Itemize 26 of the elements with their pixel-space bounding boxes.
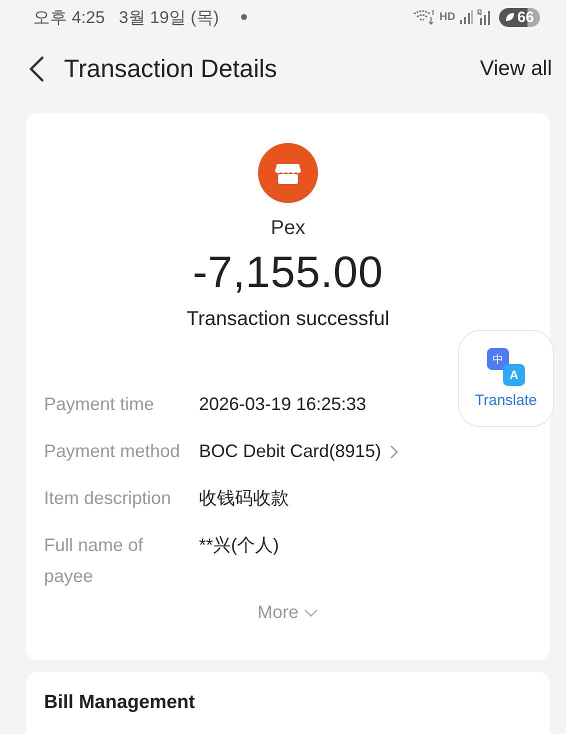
signal-icon xyxy=(459,10,474,24)
store-icon xyxy=(258,143,318,203)
view-all-link[interactable]: View all xyxy=(480,57,552,81)
back-icon[interactable] xyxy=(28,55,46,83)
detail-label: Item description xyxy=(44,487,172,510)
detail-value: 收钱码收款 xyxy=(199,487,289,510)
section-title: Bill Management xyxy=(44,692,195,713)
merchant-name: Pex xyxy=(270,217,306,240)
detail-label: Full name of payee xyxy=(44,534,144,588)
battery-indicator: 66 xyxy=(499,8,540,26)
status-time: 오후 4:25 xyxy=(33,6,105,28)
payment-method-link[interactable]: BOC Debit Card(8915) xyxy=(199,436,400,467)
wifi-icon xyxy=(413,9,436,25)
network-type: HD xyxy=(439,11,456,23)
detail-label: Payment method xyxy=(44,440,182,463)
status-date: 3월 19일 (목) xyxy=(118,6,219,28)
chevron-right-icon xyxy=(389,444,400,460)
translate-button[interactable]: 中 A Translate xyxy=(458,330,554,427)
transaction-status: Transaction successful xyxy=(186,308,390,331)
page-title: Transaction Details xyxy=(64,54,278,84)
amount: -7,155.00 xyxy=(192,248,384,298)
chevron-down-icon xyxy=(302,608,318,618)
detail-label: Payment time xyxy=(44,393,156,416)
detail-value: **兴(个人) xyxy=(199,534,279,557)
notification-dot-icon xyxy=(240,14,247,20)
detail-value: 2026-03-19 16:25:33 xyxy=(199,393,366,416)
